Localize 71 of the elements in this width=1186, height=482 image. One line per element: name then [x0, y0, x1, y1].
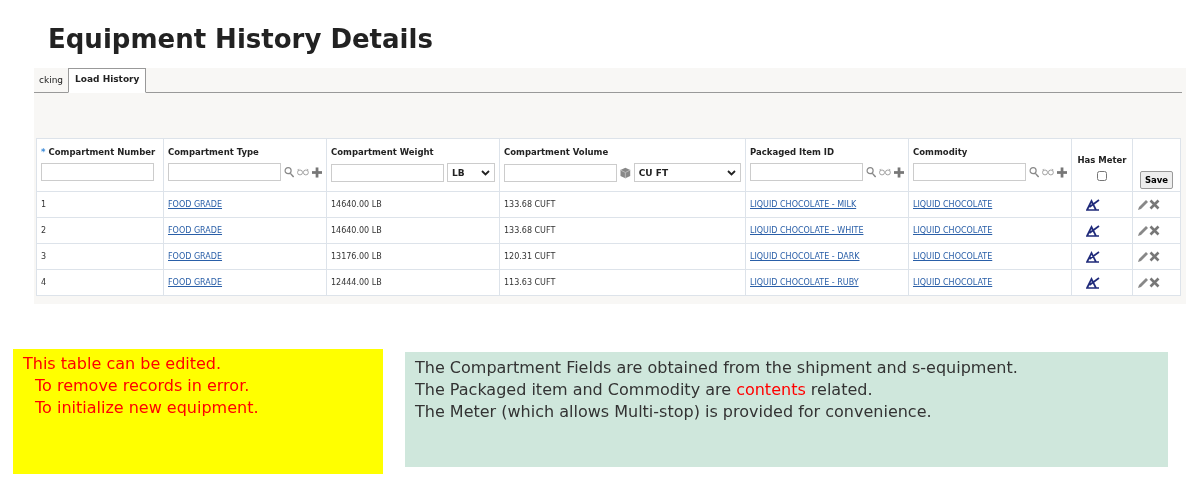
- note-text: The Compartment Fields are obtained from the shipment and s-equipment.: [415, 357, 1019, 379]
- meter-icon[interactable]: [1086, 250, 1100, 263]
- required-marker: *: [41, 147, 46, 157]
- link[interactable]: FOOD GRADE: [168, 252, 223, 261]
- table-cell: 133.68 CUFT: [504, 200, 556, 209]
- column-header: Compartment Type: [168, 147, 259, 157]
- column-header: Compartment Number: [48, 147, 156, 157]
- column-header: Compartment Weight: [331, 147, 434, 157]
- meter-icon[interactable]: [1086, 224, 1100, 237]
- table-cell: 2: [41, 226, 47, 235]
- table-cell: 120.31 CUFT: [504, 252, 556, 261]
- note-text: To initialize new equipment.: [34, 397, 260, 419]
- table-cell: 14640.00 LB: [331, 200, 382, 209]
- caret-icon: [727, 169, 736, 176]
- link[interactable]: FOOD GRADE: [168, 200, 223, 209]
- unit-select[interactable]: CU FT: [633, 163, 741, 182]
- search-icon[interactable]: [1029, 166, 1040, 178]
- table-cell: 1: [41, 200, 47, 209]
- filter-field[interactable]: [168, 163, 281, 181]
- tab[interactable]: Load History: [68, 68, 147, 93]
- delete-icon[interactable]: [1149, 199, 1160, 210]
- table-cell: 3: [41, 252, 47, 261]
- filter-field[interactable]: [331, 163, 444, 182]
- filter-field[interactable]: [750, 163, 863, 181]
- tab[interactable]: cking: [34, 70, 69, 93]
- glasses-icon[interactable]: [879, 168, 891, 176]
- unit-select[interactable]: LB: [447, 163, 495, 182]
- column-header: Has Meter: [1077, 155, 1127, 165]
- table-cell: 12444.00 LB: [331, 278, 382, 287]
- glasses-icon[interactable]: [297, 168, 309, 176]
- add-icon[interactable]: [311, 166, 322, 178]
- pencil-icon[interactable]: [1137, 276, 1149, 289]
- link[interactable]: FOOD GRADE: [168, 226, 223, 235]
- add-icon[interactable]: [893, 166, 904, 178]
- checkbox[interactable]: [1097, 171, 1107, 181]
- link[interactable]: LIQUID CHOCOLATE: [913, 278, 993, 287]
- table-cell: 14640.00 LB: [331, 226, 382, 235]
- note-text: To remove records in error.: [34, 375, 251, 397]
- filter-field[interactable]: [913, 163, 1026, 181]
- table-cell: 133.68 CUFT: [504, 226, 556, 235]
- pencil-icon[interactable]: [1137, 198, 1149, 211]
- pencil-icon[interactable]: [1137, 250, 1149, 263]
- link[interactable]: LIQUID CHOCOLATE: [913, 252, 993, 261]
- add-icon[interactable]: [1056, 166, 1067, 178]
- glasses-icon[interactable]: [1042, 168, 1054, 176]
- search-icon[interactable]: [866, 166, 877, 178]
- note-text: The Packaged item and Commodity are contents related.: [415, 379, 874, 401]
- meter-icon[interactable]: [1086, 198, 1100, 211]
- note-text: This table can be edited.: [23, 353, 223, 375]
- cube-icon: [620, 166, 631, 179]
- column-header: Commodity: [913, 147, 968, 157]
- note-text: The Meter (which allows Multi-stop) is provided for convenience.: [415, 401, 933, 423]
- page-title: Equipment History Details: [47, 23, 434, 56]
- pencil-icon[interactable]: [1137, 224, 1149, 237]
- delete-icon[interactable]: [1149, 251, 1160, 262]
- delete-icon[interactable]: [1149, 225, 1160, 236]
- table-cell: 113.63 CUFT: [504, 278, 556, 287]
- link[interactable]: FOOD GRADE: [168, 278, 223, 287]
- save-button[interactable]: Save: [1139, 171, 1174, 189]
- link[interactable]: LIQUID CHOCOLATE: [913, 200, 993, 209]
- search-icon[interactable]: [284, 166, 295, 178]
- filter-field[interactable]: [41, 163, 154, 181]
- meter-icon[interactable]: [1086, 276, 1100, 289]
- caret-icon: [481, 169, 490, 176]
- column-header: Packaged Item ID: [750, 147, 835, 157]
- filter-field[interactable]: [504, 163, 617, 182]
- table-cell: 13176.00 LB: [331, 252, 382, 261]
- delete-icon[interactable]: [1149, 277, 1160, 288]
- column-header: Compartment Volume: [504, 147, 609, 157]
- table-cell: 4: [41, 278, 47, 287]
- link[interactable]: LIQUID CHOCOLATE: [913, 226, 993, 235]
